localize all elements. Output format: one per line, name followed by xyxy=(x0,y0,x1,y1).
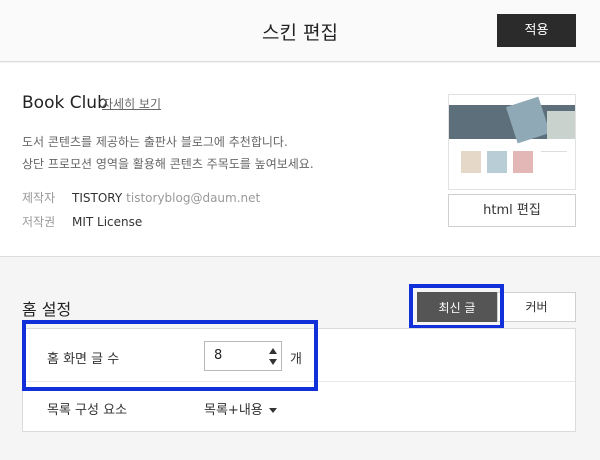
apply-button[interactable]: 적용 xyxy=(497,14,576,47)
highlight-box-tab xyxy=(409,284,504,329)
list-component-select[interactable]: 목록+내용 xyxy=(204,399,277,418)
tab-cover[interactable]: 커버 xyxy=(497,292,576,322)
thumb-card xyxy=(487,151,507,173)
list-component-value[interactable]: 목록+내용 xyxy=(204,403,263,418)
license-label: 저작권 xyxy=(22,215,56,229)
home-settings-title: 홈 설정 xyxy=(22,300,72,319)
description-line: 상단 프로모션 영역을 활용해 콘텐츠 주목도를 높여보세요. xyxy=(22,157,314,171)
description-line: 도서 콘텐츠를 제공하는 출판사 블로그에 추천합니다. xyxy=(22,135,288,149)
html-edit-button[interactable]: html 편집 xyxy=(448,194,576,227)
thumb-sidebar xyxy=(541,151,567,179)
license-value: MIT License xyxy=(72,215,143,229)
license-row: 저작권 MIT License xyxy=(22,213,142,230)
detail-link[interactable]: 자세히 보기 xyxy=(102,95,161,112)
skin-info-panel: Book Club 자세히 보기 도서 콘텐츠를 제공하는 출판사 블로그에 추… xyxy=(0,63,600,257)
thumb-card xyxy=(461,151,481,173)
top-header: 스킨 편집 적용 xyxy=(0,0,600,62)
thumb-hero-book xyxy=(547,111,575,139)
caret-down-icon[interactable] xyxy=(268,408,277,413)
maker-name: TISTORY xyxy=(72,191,123,205)
maker-label: 제작자 xyxy=(22,191,56,205)
skin-preview-thumbnail xyxy=(448,94,576,190)
list-component-label: 목록 구성 요소 xyxy=(47,403,128,418)
maker-email: tistoryblog@daum.net xyxy=(126,191,261,205)
skin-name: Book Club xyxy=(22,93,108,113)
highlight-box-post-count xyxy=(22,320,318,391)
maker-row: 제작자 TISTORY tistoryblog@daum.net xyxy=(22,189,260,206)
thumb-card xyxy=(513,151,533,173)
skin-description: 도서 콘텐츠를 제공하는 출판사 블로그에 추천합니다. 상단 프로모션 영역을… xyxy=(22,131,314,175)
